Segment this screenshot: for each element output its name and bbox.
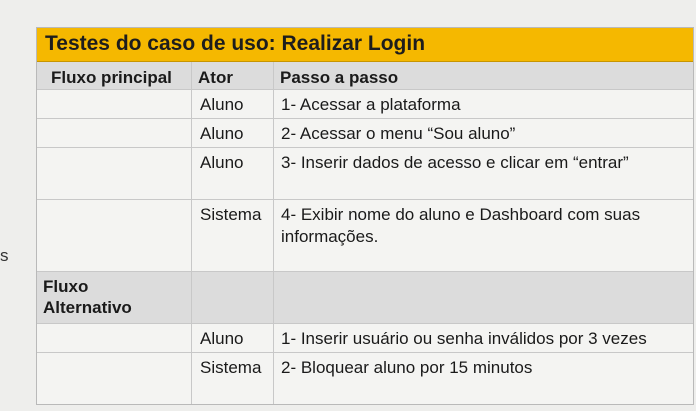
alt-flow-label-line1: Fluxo: [43, 277, 89, 296]
table-row: Aluno 1- Acessar a plataforma: [37, 90, 693, 119]
alt-flow-label: Fluxo Alternativo: [37, 272, 192, 323]
alt-flow-label-line2: Alternativo: [43, 298, 132, 317]
passo-cell: 2- Acessar o menu “Sou aluno”: [281, 124, 516, 143]
ator-cell: Aluno: [192, 148, 274, 199]
ator-cell: Aluno: [192, 324, 274, 352]
table-title: Testes do caso de uso: Realizar Login: [37, 28, 693, 62]
table-row: Sistema 4- Exibir nome do aluno e Dashbo…: [37, 200, 693, 272]
table-row: Aluno 3- Inserir dados de acesso e clica…: [37, 148, 693, 200]
passo-cell: 4- Exibir nome do aluno e Dashboard com …: [281, 205, 641, 246]
header-ator: Ator: [192, 62, 274, 89]
fluxo-cell: [37, 119, 192, 147]
use-case-test-table: Testes do caso de uso: Realizar Login Fl…: [36, 27, 694, 405]
alt-flow-header-row: Fluxo Alternativo: [37, 272, 693, 324]
passo-cell: 2- Bloquear aluno por 15 minutos: [281, 358, 533, 377]
ator-cell: Sistema: [192, 200, 274, 271]
table-row: Sistema 2- Bloquear aluno por 15 minutos: [37, 353, 693, 404]
alt-header-passo-cell: [274, 272, 693, 323]
cropped-text-fragment: s: [0, 246, 9, 265]
ator-cell: Aluno: [192, 119, 274, 147]
ator-cell: Sistema: [192, 353, 274, 404]
passo-cell: 1- Acessar a plataforma: [281, 95, 461, 114]
header-passo-a-passo: Passo a passo: [280, 68, 399, 87]
table-header-row: Fluxo principal Ator Passo a passo: [37, 62, 693, 90]
header-fluxo-principal: Fluxo principal: [37, 62, 192, 89]
fluxo-cell: [37, 90, 192, 118]
fluxo-cell: [37, 148, 192, 199]
fluxo-cell: [37, 324, 192, 352]
fluxo-cell: [37, 353, 192, 404]
ator-cell: Aluno: [192, 90, 274, 118]
table-row: Aluno 2- Acessar o menu “Sou aluno”: [37, 119, 693, 148]
table-row: Aluno 1- Inserir usuário ou senha inváli…: [37, 324, 693, 353]
fluxo-cell: [37, 200, 192, 271]
slide: s Testes do caso de uso: Realizar Login …: [0, 0, 696, 411]
passo-cell: 3- Inserir dados de acesso e clicar em “…: [281, 153, 629, 172]
alt-header-ator-cell: [192, 272, 274, 323]
passo-cell: 1- Inserir usuário ou senha inválidos po…: [281, 329, 647, 348]
